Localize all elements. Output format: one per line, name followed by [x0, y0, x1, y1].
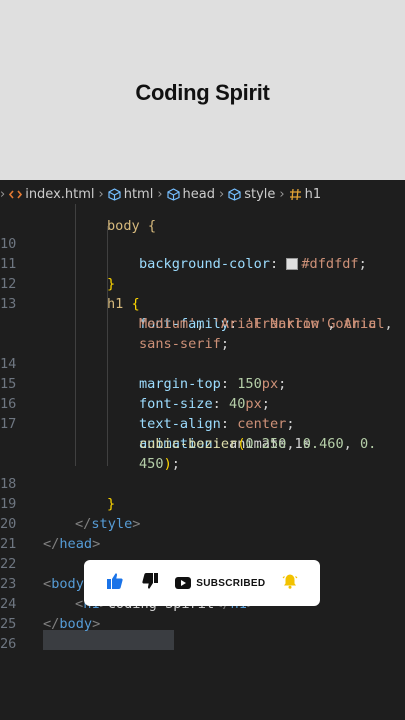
code-line: 16 text-align: center;	[0, 396, 295, 432]
code-line: 17 animation: animate 1s	[0, 416, 311, 452]
code-line: sans-serif;	[139, 336, 230, 352]
breadcrumb: › index.html › html › head › style › h1	[0, 182, 405, 206]
preview-pane: Coding Spirit	[0, 0, 405, 180]
chevron-right-icon: ›	[219, 186, 225, 202]
element-cube-icon	[166, 187, 180, 201]
chevron-right-icon: ›	[279, 186, 285, 202]
breadcrumb-item-style[interactable]: style	[228, 187, 275, 202]
breadcrumb-item-label: style	[244, 186, 276, 202]
thumbs-up-icon	[106, 572, 124, 594]
code-line: 14 margin-top: 150px;	[0, 356, 287, 392]
element-cube-icon	[228, 187, 241, 201]
code-line: 15 font-size: 40px;	[0, 376, 270, 412]
html-file-icon	[9, 188, 23, 201]
preview-heading: Coding Spirit	[135, 80, 270, 105]
breadcrumb-item-label: head	[182, 186, 216, 202]
breadcrumb-item-html[interactable]: html	[108, 186, 154, 202]
code-line: 19 </style>	[0, 496, 141, 532]
code-line: 26 </html>	[0, 614, 405, 652]
thumbs-down-icon	[141, 572, 159, 594]
breadcrumb-file[interactable]: index.html	[9, 186, 95, 202]
youtube-icon	[175, 574, 192, 593]
code-line: Medium', 'Arial Narrow', Arial,	[139, 316, 393, 332]
element-cube-icon	[108, 187, 121, 201]
code-line: 21	[0, 514, 405, 552]
code-line: 20 </head>	[0, 516, 101, 552]
breadcrumb-item-head[interactable]: head	[166, 186, 216, 202]
code-line: 18 }	[0, 476, 116, 512]
breadcrumb-file-label: index.html	[25, 186, 95, 202]
css-selector-icon	[289, 188, 302, 201]
subscribed-button[interactable]: SUBSCRIBED	[175, 574, 265, 593]
code-line: 22 <body>	[0, 556, 92, 592]
code-line: 450);	[139, 456, 180, 472]
code-line: 11 }	[0, 256, 116, 292]
breadcrumb-item-label: html	[123, 186, 154, 202]
code-line: 10 background-color: #dfdfdf;	[0, 236, 367, 272]
chevron-right-icon: ›	[0, 186, 6, 202]
code-line: 12 h1 {	[0, 276, 140, 312]
code-line: cubic-bezier(0.250, 0.460, 0.	[139, 436, 377, 452]
chevron-right-icon: ›	[157, 186, 163, 202]
breadcrumb-item-label: h1	[304, 186, 322, 202]
line-number: 26	[0, 636, 17, 652]
breadcrumb-item-h1[interactable]: h1	[289, 186, 322, 202]
subscribed-label: SUBSCRIBED	[196, 577, 266, 589]
code-line: 13 font-family: 'Franklin Gothic	[0, 296, 377, 332]
subscribe-bar: SUBSCRIBED	[84, 560, 320, 606]
bell-icon	[282, 573, 298, 593]
notification-bell-button[interactable]	[282, 573, 298, 593]
like-button[interactable]	[106, 572, 124, 594]
dislike-button[interactable]	[141, 572, 159, 594]
chevron-right-icon: ›	[98, 186, 104, 202]
